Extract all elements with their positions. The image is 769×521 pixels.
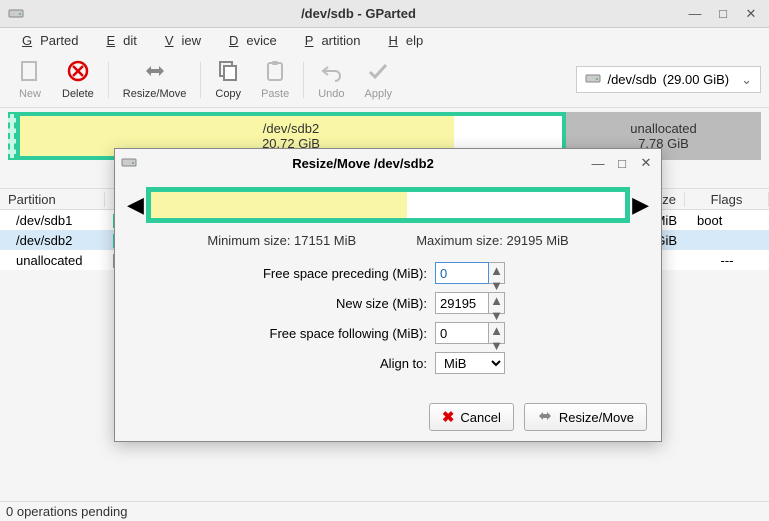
apply-button[interactable]: Apply <box>355 56 403 104</box>
segment-sdb1[interactable] <box>8 112 16 160</box>
preceding-input[interactable] <box>435 262 489 284</box>
resize-move-confirm-button[interactable]: Resize/Move <box>524 403 647 431</box>
menu-partition[interactable]: Partition <box>289 31 369 50</box>
drive-selector[interactable]: /dev/sdb (29.00 GiB) ⌄ <box>576 66 761 93</box>
new-icon <box>18 59 42 86</box>
slider-right-handle[interactable]: ▶ <box>630 192 651 218</box>
max-size-label: Maximum size: 29195 MiB <box>416 233 568 248</box>
delete-button[interactable]: Delete <box>52 56 104 104</box>
menu-gparted[interactable]: GParted <box>6 31 86 50</box>
status-text: 0 operations pending <box>6 504 127 519</box>
drive-path: /dev/sdb <box>607 72 656 87</box>
paste-button[interactable]: Paste <box>251 56 299 104</box>
following-label: Free space following (MiB): <box>135 326 435 341</box>
paste-icon <box>263 59 287 86</box>
segment-sdb2-size: 20.72 GiB <box>262 136 320 151</box>
undo-button[interactable]: Undo <box>308 56 354 104</box>
menu-device[interactable]: Device <box>213 31 285 50</box>
cancel-button[interactable]: ✖ Cancel <box>429 403 514 431</box>
disk-icon <box>585 71 601 88</box>
resize-move-button[interactable]: Resize/Move <box>113 56 197 104</box>
apply-icon <box>366 59 390 86</box>
align-select[interactable]: MiB <box>435 352 505 374</box>
maximize-button[interactable]: □ <box>713 4 733 24</box>
window-title: /dev/sdb - GParted <box>32 6 685 21</box>
menu-help[interactable]: Help <box>372 31 431 50</box>
app-icon <box>8 6 24 22</box>
newsize-spinner[interactable]: ▲▼ <box>489 292 505 314</box>
resize-dialog: Resize/Move /dev/sdb2 — □ ✕ ◀ ▶ Minimum … <box>114 148 662 442</box>
min-size-label: Minimum size: 17151 MiB <box>207 233 356 248</box>
delete-icon <box>66 59 90 86</box>
dialog-icon <box>121 155 137 172</box>
following-input[interactable] <box>435 322 489 344</box>
new-button[interactable]: New <box>8 56 52 104</box>
col-flags[interactable]: Flags <box>685 192 769 207</box>
newsize-input[interactable] <box>435 292 489 314</box>
resize-icon <box>143 59 167 86</box>
following-spinner[interactable]: ▲▼ <box>489 322 505 344</box>
preceding-label: Free space preceding (MiB): <box>135 266 435 281</box>
minimize-button[interactable]: — <box>685 4 705 24</box>
status-bar: 0 operations pending <box>0 501 769 521</box>
slider-left-handle[interactable]: ◀ <box>125 192 146 218</box>
dialog-close-button[interactable]: ✕ <box>637 154 655 172</box>
segment-unalloc-label: unallocated <box>630 121 697 136</box>
col-partition[interactable]: Partition <box>0 192 105 207</box>
segment-sdb2-label: /dev/sdb2 <box>262 121 320 136</box>
resize-move-icon <box>537 409 553 426</box>
dialog-maximize-button[interactable]: □ <box>613 154 631 172</box>
partition-slider[interactable] <box>146 187 630 223</box>
cancel-icon: ✖ <box>442 408 455 426</box>
close-button[interactable]: ✕ <box>741 4 761 24</box>
drive-size: (29.00 GiB) <box>663 72 729 87</box>
copy-button[interactable]: Copy <box>205 56 251 104</box>
menu-edit[interactable]: Edit <box>90 31 144 50</box>
preceding-spinner[interactable]: ▲▼ <box>489 262 505 284</box>
chevron-down-icon: ⌄ <box>741 72 752 88</box>
menubar: GParted Edit View Device Partition Help <box>0 28 769 52</box>
dialog-minimize-button[interactable]: — <box>589 154 607 172</box>
menu-view[interactable]: View <box>149 31 209 50</box>
align-label: Align to: <box>135 356 435 371</box>
newsize-label: New size (MiB): <box>135 296 435 311</box>
toolbar: New Delete Resize/Move Copy Paste Undo A… <box>0 52 769 108</box>
undo-icon <box>319 59 343 86</box>
dialog-title: Resize/Move /dev/sdb2 <box>137 156 589 171</box>
window-titlebar: /dev/sdb - GParted — □ ✕ <box>0 0 769 28</box>
copy-icon <box>216 59 240 86</box>
